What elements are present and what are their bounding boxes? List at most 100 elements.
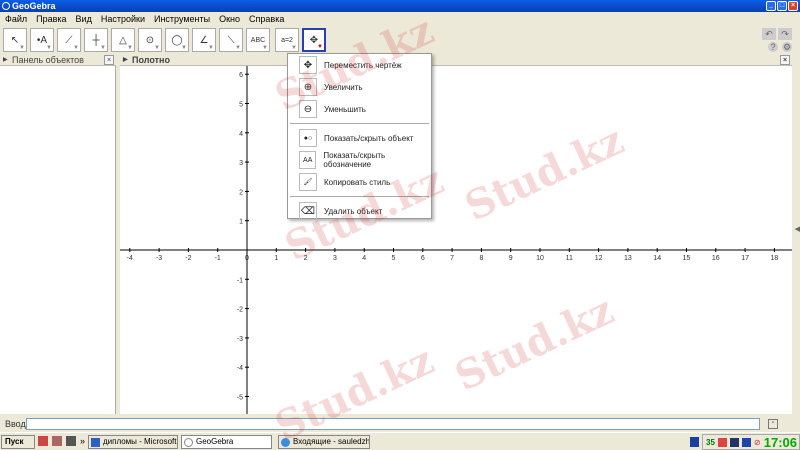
x-tick-label: 14: [653, 255, 661, 262]
circle-tool[interactable]: ⊙ ▼: [138, 28, 162, 52]
undo-icon[interactable]: ↶: [762, 28, 776, 40]
language-icon[interactable]: [690, 437, 699, 447]
redo-icon[interactable]: ↷: [778, 28, 792, 40]
menu-item-zoom-out[interactable]: ⊖ Уменьшить: [288, 98, 431, 120]
menu-2[interactable]: Вид: [76, 12, 92, 26]
menu-1[interactable]: Правка: [36, 12, 66, 26]
perpendicular-tool[interactable]: ┼ ▼: [84, 28, 108, 52]
start-label: Пуск: [5, 437, 24, 446]
x-tick-label: 1: [274, 255, 278, 262]
point-tool[interactable]: •A ▼: [30, 28, 54, 52]
graphics-panel-title: Полотно: [132, 55, 170, 65]
submenu-arrow-icon[interactable]: ▼: [317, 44, 323, 50]
submenu-arrow-icon[interactable]: ▼: [235, 45, 241, 51]
taskbar: Пуск » дипломы - Microsoft Wo... GeoGebr…: [0, 432, 800, 450]
submenu-arrow-icon[interactable]: ▼: [262, 45, 268, 51]
menu-item-delete[interactable]: ⌫ Удалить объект: [288, 200, 431, 222]
x-tick-label: 2: [304, 255, 308, 262]
x-tick-label: 12: [595, 255, 603, 262]
conic-tool[interactable]: ◯ ▼: [165, 28, 189, 52]
algebra-panel-title: Панель объектов: [12, 55, 84, 65]
maximize-button[interactable]: □: [777, 1, 787, 11]
menu-3[interactable]: Настройки: [101, 12, 145, 26]
tray-icon[interactable]: ⊘: [754, 438, 761, 447]
tray-icon[interactable]: [729, 437, 739, 447]
menu-item-show-hide-object[interactable]: ●○ Показать/скрыть объект: [288, 127, 431, 149]
side-collapse-icon[interactable]: ◀: [795, 225, 800, 233]
menu-item-copy-style[interactable]: 🖌 Копировать стиль: [288, 171, 431, 193]
quicklaunch-icon[interactable]: [38, 436, 48, 446]
menu-item-move-graphics[interactable]: ✥ Переместить чертёж: [288, 54, 431, 76]
menu-item-label: Показать/скрыть объект: [324, 133, 414, 143]
x-tick-label: 13: [624, 255, 632, 262]
reflect-tool[interactable]: ⟍ ▼: [219, 28, 243, 52]
menu-0[interactable]: Файл: [5, 12, 27, 26]
x-tick-label: -3: [156, 255, 162, 262]
polygon-tool[interactable]: △ ▼: [111, 28, 135, 52]
close-panel-button[interactable]: ×: [104, 55, 114, 65]
input-field[interactable]: [26, 418, 760, 430]
menu-item-zoom-in[interactable]: ⊕ Увеличить: [288, 76, 431, 98]
task-label: GeoGebra: [196, 437, 234, 446]
move-graphics-dropdown: ✥ Переместить чертёж ⊕ Увеличить ⊖ Уменьшить ●…: [287, 53, 432, 222]
submenu-arrow-icon[interactable]: ▼: [19, 45, 25, 51]
submenu-arrow-icon[interactable]: ▼: [291, 45, 297, 51]
tray-icon[interactable]: [741, 437, 751, 447]
menu-item-label: Увеличить: [324, 82, 363, 92]
settings-icon[interactable]: ⚙: [782, 42, 792, 52]
menu-item-label: Показать/скрыть обозначение: [323, 151, 386, 169]
move-graphics-icon: ✥: [299, 56, 317, 74]
more-chevron-icon[interactable]: »: [80, 436, 86, 446]
algebra-view[interactable]: [0, 66, 116, 414]
angle-tool[interactable]: ∠ ▼: [192, 28, 216, 52]
x-tick-label: -4: [127, 255, 133, 262]
x-tick-label: 7: [450, 255, 454, 262]
submenu-arrow-icon[interactable]: ▼: [208, 45, 214, 51]
collapse-arrow-icon[interactable]: ▶: [3, 55, 8, 66]
quicklaunch-icon[interactable]: [66, 436, 76, 446]
submenu-arrow-icon[interactable]: ▼: [154, 45, 160, 51]
submenu-arrow-icon[interactable]: ▼: [46, 45, 52, 51]
menu-item-show-hide-label[interactable]: AA Показать/скрыть обозначение: [288, 149, 431, 171]
y-tick-label: -1: [237, 277, 243, 284]
start-button[interactable]: Пуск: [1, 435, 35, 449]
menu-4[interactable]: Инструменты: [154, 12, 210, 26]
input-label: Ввод:: [5, 419, 29, 429]
quicklaunch-icon[interactable]: [52, 436, 62, 446]
task-word[interactable]: дипломы - Microsoft Wo...: [88, 435, 178, 449]
x-tick-label: -2: [185, 255, 191, 262]
text-tool[interactable]: ABC ▼: [246, 28, 270, 52]
coordinate-axes: -4 -3 -2 -1 0 1 2 3 4 5 6 7 8 9 10 11 12 13 14 15 16 17 18-5-4…: [120, 66, 792, 414]
graphics-view[interactable]: -4 -3 -2 -1 0 1 2 3 4 5 6 7 8 9 10 11 12 13 14 15 16 17 18 -5 -4…: [120, 66, 792, 414]
slider-tool[interactable]: a=2 ▼: [275, 28, 299, 52]
delete-icon: ⌫: [299, 202, 317, 220]
y-tick-label: 2: [239, 189, 243, 196]
close-button[interactable]: ×: [788, 1, 798, 11]
task-outlook[interactable]: Входящие - sauledzh@...: [278, 435, 370, 449]
move-tool[interactable]: ↖ ▼: [3, 28, 27, 52]
line-tool[interactable]: ⟋ ▼: [57, 28, 81, 52]
y-tick-label: 1: [239, 219, 243, 226]
x-tick-label: 3: [333, 255, 337, 262]
submenu-arrow-icon[interactable]: ▼: [73, 45, 79, 51]
move-graphics-tool[interactable]: ✥ ▼: [302, 28, 326, 52]
menu-5[interactable]: Окно: [219, 12, 240, 26]
tray-icon[interactable]: [717, 437, 727, 447]
menu-6[interactable]: Справка: [249, 12, 284, 26]
geogebra-icon: [184, 438, 193, 447]
x-tick-label: 10: [536, 255, 544, 262]
close-panel-button[interactable]: ×: [780, 55, 790, 65]
help-icon[interactable]: ?: [768, 42, 778, 52]
x-tick-label: 16: [712, 255, 720, 262]
task-geogebra[interactable]: GeoGebra: [181, 435, 272, 449]
menu-bar: Файл Правка Вид Настройки Инструменты Окно Спр…: [0, 12, 800, 26]
title-bar: GeoGebra _ □ ×: [0, 0, 800, 12]
ie-icon: [281, 438, 290, 447]
submenu-arrow-icon[interactable]: ▼: [100, 45, 106, 51]
submenu-arrow-icon[interactable]: ▼: [181, 45, 187, 51]
collapse-arrow-icon[interactable]: ▶: [123, 55, 128, 66]
keyboard-icon[interactable]: ▫: [768, 419, 778, 429]
minimize-button[interactable]: _: [766, 1, 776, 11]
submenu-arrow-icon[interactable]: ▼: [127, 45, 133, 51]
slider-icon: a=2: [281, 36, 293, 44]
